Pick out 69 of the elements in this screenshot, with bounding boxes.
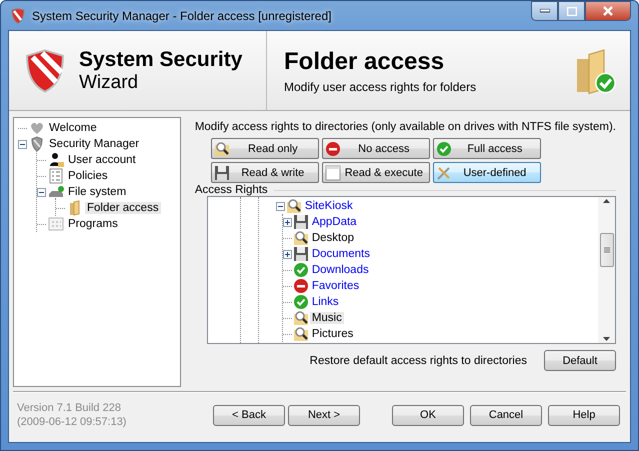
maximize-button[interactable] bbox=[558, 1, 585, 21]
product-title: System Security bbox=[79, 48, 242, 72]
folder-item[interactable]: AppData bbox=[310, 216, 359, 228]
tree-item[interactable]: User account bbox=[66, 154, 138, 166]
folder-item[interactable]: Pictures bbox=[310, 328, 356, 340]
description-text: Modify access rights to directories (only available on drives with NTFS file system). bbox=[194, 121, 616, 133]
stop-icon bbox=[292, 278, 309, 294]
folder-item[interactable]: SiteKiosk bbox=[302, 200, 355, 212]
folder-item[interactable]: Desktop bbox=[310, 232, 356, 244]
close-icon bbox=[603, 6, 613, 16]
folder-item[interactable]: Links bbox=[310, 296, 341, 308]
magnifier-icon bbox=[214, 140, 230, 156]
collapse-button[interactable] bbox=[37, 188, 46, 196]
dialog-button[interactable]: Next > bbox=[288, 404, 360, 426]
shield-icon bbox=[10, 8, 26, 24]
close-button[interactable] bbox=[585, 1, 631, 21]
grid-icon bbox=[48, 216, 64, 232]
folder-item[interactable]: Favorites bbox=[310, 280, 362, 292]
page-title: Folder access bbox=[284, 48, 446, 76]
checkmark-icon bbox=[292, 294, 309, 310]
dialog-button[interactable]: < Back bbox=[213, 404, 285, 426]
access-button[interactable]: No access bbox=[322, 138, 430, 159]
scroll-up-icon[interactable] bbox=[603, 199, 610, 203]
folder-item[interactable]: Downloads bbox=[310, 264, 371, 276]
group-title: Access Rights bbox=[194, 184, 268, 196]
magnifier-icon bbox=[292, 310, 309, 326]
magnifier-icon bbox=[292, 230, 309, 246]
access-button[interactable]: Read only bbox=[210, 138, 319, 159]
scrollbar[interactable] bbox=[598, 197, 615, 343]
folder-item[interactable]: Music bbox=[310, 312, 344, 324]
access-button[interactable]: User-defined bbox=[432, 162, 541, 183]
access-button[interactable]: Read & write bbox=[210, 162, 319, 183]
minimize-button[interactable] bbox=[531, 1, 558, 21]
checkmark-icon bbox=[292, 262, 309, 278]
access-button[interactable]: Read & execute bbox=[322, 162, 430, 183]
list-icon bbox=[48, 168, 64, 184]
dialog-button[interactable]: Cancel bbox=[470, 404, 542, 426]
product-subtitle: Wizard bbox=[79, 72, 140, 94]
folder-item[interactable]: Documents bbox=[310, 248, 372, 260]
tree-item[interactable]: Policies bbox=[66, 170, 110, 182]
default-button[interactable]: Default bbox=[544, 350, 616, 371]
tree-item[interactable]: Welcome bbox=[47, 122, 99, 134]
restore-text: Restore default access rights to directories bbox=[310, 354, 527, 366]
window-icon bbox=[324, 164, 341, 180]
version-text: Version 7.1 Build 228 bbox=[17, 401, 122, 415]
collapse-button[interactable] bbox=[276, 202, 285, 210]
heart-icon bbox=[29, 120, 45, 136]
collapse-button[interactable] bbox=[18, 140, 27, 148]
tools-icon bbox=[436, 164, 452, 180]
dialog-button[interactable]: Help bbox=[548, 404, 620, 426]
shield-icon bbox=[29, 136, 45, 152]
window-title: System Security Manager - Folder access [unregistered] bbox=[32, 8, 332, 22]
minimize-icon bbox=[540, 9, 550, 13]
maximize-icon bbox=[566, 6, 576, 16]
scroll-down-icon[interactable] bbox=[603, 337, 610, 341]
tree-item[interactable]: File system bbox=[66, 186, 128, 198]
expand-button[interactable] bbox=[282, 250, 292, 258]
tree-item[interactable]: Folder access bbox=[85, 202, 161, 214]
tree-item[interactable]: Security Manager bbox=[47, 138, 142, 150]
grip-icon bbox=[604, 247, 610, 253]
access-button[interactable]: Full access bbox=[432, 138, 541, 159]
user-icon bbox=[48, 152, 64, 168]
checkmark-icon bbox=[436, 140, 452, 156]
page-subtitle: Modify user access rights for folders bbox=[284, 80, 478, 94]
dialog-button[interactable]: OK bbox=[392, 404, 464, 426]
expand-button[interactable] bbox=[282, 218, 292, 226]
build-date-text: (2009-06-12 09:57:13) bbox=[17, 415, 128, 429]
stop-icon bbox=[324, 140, 341, 156]
tree-item[interactable]: Programs bbox=[66, 218, 120, 230]
